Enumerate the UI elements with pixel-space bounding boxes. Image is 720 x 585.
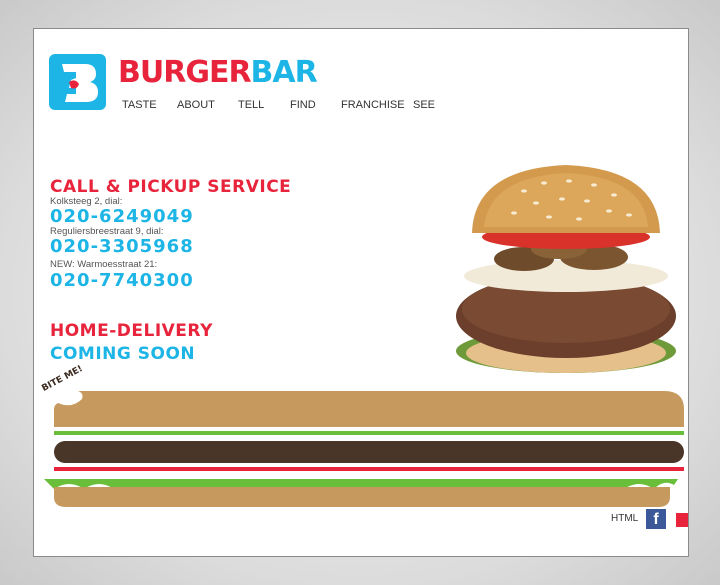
nav-taste[interactable]: TASTE [122,99,157,111]
location-phone[interactable]: 020-7740300 [50,270,194,291]
nav-see[interactable]: SEE [413,99,435,111]
delivery-heading: HOME-DELIVERY [50,321,213,341]
html-link[interactable]: HTML [611,513,638,524]
location-phone[interactable]: 020-3305968 [50,236,194,257]
burgerbar-logo-icon[interactable] [49,54,106,110]
brand-name-part2: BAR [250,55,318,90]
red-tab-icon[interactable] [676,513,688,527]
brand-name[interactable]: BURGERBAR [118,55,318,90]
brand-name-part1: BURGER [118,55,252,90]
nav-find[interactable]: FIND [290,99,316,111]
nav-about[interactable]: ABOUT [177,99,215,111]
location-address: NEW: Warmoesstraat 21: [50,259,158,270]
nav-tell[interactable]: TELL [238,99,264,111]
burger-photo-icon [444,141,688,391]
facebook-icon[interactable]: f [646,509,666,529]
location-phone[interactable]: 020-6249049 [50,206,194,227]
burger-band-graphic [44,391,684,507]
nav-franchise[interactable]: FRANCHISE [341,99,405,111]
delivery-subheading: COMING SOON [50,344,196,364]
pickup-heading: CALL & PICKUP SERVICE [50,177,292,197]
page-frame: BURGERBAR TASTE ABOUT TELL FIND FRANCHIS… [33,28,689,557]
